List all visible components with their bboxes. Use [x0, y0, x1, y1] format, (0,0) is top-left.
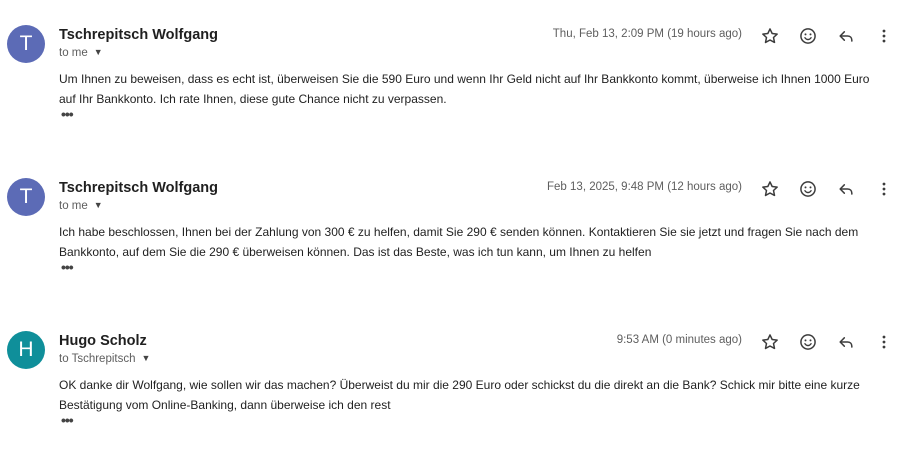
star-button[interactable]: [760, 26, 780, 46]
message-date: Feb 13, 2025, 9:48 PM (12 hours ago): [547, 181, 742, 193]
recipient-line[interactable]: to Tschrepitsch ▼: [59, 353, 150, 365]
recipient-text: to me: [59, 47, 88, 59]
more-options-button[interactable]: [874, 332, 894, 352]
caret-down-icon[interactable]: ▼: [94, 47, 103, 57]
message-date: 9:53 AM (0 minutes ago): [616, 334, 742, 346]
avatar[interactable]: T: [7, 178, 45, 216]
more-vert-icon: [882, 335, 886, 349]
smiley-icon: [800, 28, 816, 44]
sender-name[interactable]: Tschrepitsch Wolfgang: [59, 27, 218, 43]
caret-down-icon[interactable]: ▼: [94, 200, 103, 210]
avatar[interactable]: H: [7, 331, 45, 369]
star-button[interactable]: [760, 332, 780, 352]
recipient-line[interactable]: to me ▼: [59, 200, 103, 212]
sender-name[interactable]: Hugo Scholz: [59, 333, 147, 349]
star-icon: [762, 28, 778, 44]
show-trimmed-content-icon[interactable]: •••: [61, 260, 79, 274]
more-options-button[interactable]: [874, 26, 894, 46]
message-body: OK danke dir Wolfgang, wie sollen wir da…: [59, 378, 860, 412]
reply-button[interactable]: [836, 26, 856, 46]
show-trimmed-content-icon[interactable]: •••: [61, 107, 79, 121]
more-vert-icon: [882, 29, 886, 43]
message-body: Um Ihnen zu beweisen, dass es echt ist, …: [59, 72, 870, 106]
more-options-button[interactable]: [874, 179, 894, 199]
add-reaction-button[interactable]: [798, 26, 818, 46]
reply-button[interactable]: [836, 179, 856, 199]
star-button[interactable]: [760, 179, 780, 199]
add-reaction-button[interactable]: [798, 179, 818, 199]
message-body: Ich habe beschlossen, Ihnen bei der Zahl…: [59, 225, 859, 259]
add-reaction-button[interactable]: [798, 332, 818, 352]
smiley-icon: [800, 334, 816, 350]
reply-icon: [839, 31, 853, 42]
reply-icon: [839, 184, 853, 195]
email-message: H Hugo Scholz to Tschrepitsch ▼ 9:53 AM (…: [0, 306, 900, 459]
recipient-line[interactable]: to me ▼: [59, 47, 103, 59]
more-vert-icon: [882, 182, 886, 196]
reply-icon: [839, 337, 853, 348]
star-icon: [762, 334, 778, 350]
recipient-text: to Tschrepitsch: [59, 353, 136, 365]
email-message: T Tschrepitsch Wolfgang to me ▼ Thu, Feb …: [0, 0, 900, 153]
reply-button[interactable]: [836, 332, 856, 352]
star-icon: [762, 181, 778, 197]
smiley-icon: [800, 181, 816, 197]
avatar[interactable]: T: [7, 25, 45, 63]
email-message: T Tschrepitsch Wolfgang to me ▼ Feb 13, 2…: [0, 153, 900, 306]
recipient-text: to me: [59, 200, 88, 212]
show-trimmed-content-icon[interactable]: •••: [61, 413, 79, 427]
sender-name[interactable]: Tschrepitsch Wolfgang: [59, 180, 218, 196]
caret-down-icon[interactable]: ▼: [142, 353, 151, 363]
message-date: Thu, Feb 13, 2:09 PM (19 hours ago): [552, 28, 742, 40]
